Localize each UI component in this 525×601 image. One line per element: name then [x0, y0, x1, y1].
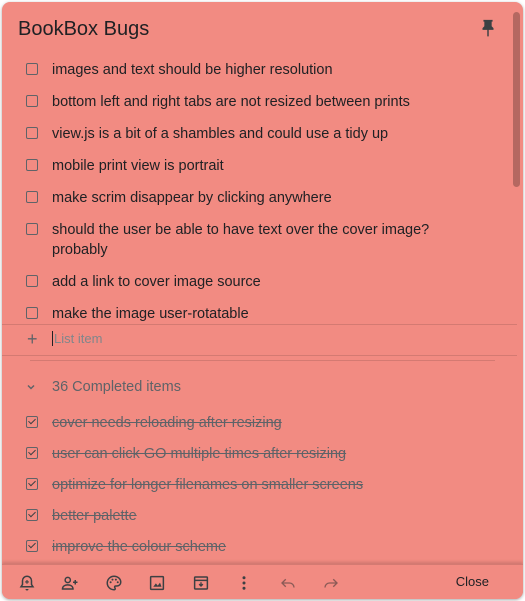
checkbox[interactable] [26, 540, 38, 552]
checkbox[interactable] [26, 127, 38, 139]
list-item-text[interactable]: should the user be able to have text ove… [52, 220, 452, 260]
list-item-text[interactable]: cover needs reloading after resizing [52, 413, 282, 433]
list-item-text[interactable]: user can click GO multiple times after r… [52, 444, 346, 464]
undo-icon[interactable] [279, 574, 297, 592]
list-item[interactable]: view.js is a bit of a shambles and could… [2, 118, 502, 150]
checkbox[interactable] [26, 63, 38, 75]
completed-items-label: 36 Completed items [52, 379, 181, 395]
list-item-text[interactable]: view.js is a bit of a shambles and could… [52, 124, 388, 144]
list-item[interactable]: images and text should be higher resolut… [2, 54, 502, 86]
checkbox[interactable] [26, 478, 38, 490]
note-title[interactable]: BookBox Bugs [18, 18, 149, 41]
list-item-text[interactable]: make scrim disappear by clicking anywher… [52, 188, 332, 208]
list-item-text[interactable]: better palette [52, 506, 137, 526]
collaborator-icon[interactable] [61, 574, 79, 592]
checkbox[interactable] [26, 275, 38, 287]
list-item[interactable]: better palette [2, 500, 502, 531]
checkbox[interactable] [26, 159, 38, 171]
list-item[interactable]: mobile print view is portrait [2, 150, 502, 182]
list-item[interactable]: should the user be able to have text ove… [2, 214, 502, 266]
completed-items-list: cover needs reloading after resizing use… [2, 407, 502, 562]
list-item-input[interactable]: List item [52, 331, 474, 346]
list-item[interactable]: add a link to cover image source [2, 266, 502, 298]
list-item[interactable]: cover needs reloading after resizing [2, 407, 502, 438]
redo-icon[interactable] [322, 574, 340, 592]
list-item-text[interactable]: mobile print view is portrait [52, 156, 224, 176]
add-list-item-row[interactable]: + List item [2, 324, 517, 356]
checkbox[interactable] [26, 191, 38, 203]
list-item-text[interactable]: make the image user-rotatable [52, 304, 249, 324]
list-item-text[interactable]: add a link to cover image source [52, 272, 261, 292]
plus-icon: + [27, 329, 38, 349]
note-toolbar: Close [2, 564, 523, 599]
palette-icon[interactable] [105, 574, 123, 592]
checkbox[interactable] [26, 223, 38, 235]
chevron-down-icon [27, 384, 35, 390]
checkbox[interactable] [26, 509, 38, 521]
list-item-text[interactable]: bottom left and right tabs are not resiz… [52, 92, 410, 112]
list-item[interactable]: improve the colour scheme [2, 531, 502, 562]
divider [30, 360, 495, 361]
image-icon[interactable] [148, 574, 166, 592]
pin-icon[interactable] [477, 18, 499, 40]
list-item-text[interactable]: optimize for longer filenames on smaller… [52, 475, 363, 495]
checkbox[interactable] [26, 95, 38, 107]
list-item[interactable]: optimize for longer filenames on smaller… [2, 469, 502, 500]
list-item[interactable]: make scrim disappear by clicking anywher… [2, 182, 502, 214]
archive-icon[interactable] [192, 574, 210, 592]
list-item[interactable]: user can click GO multiple times after r… [2, 438, 502, 469]
scrollbar-thumb[interactable] [513, 12, 520, 187]
scrollbar[interactable] [513, 2, 521, 564]
close-button[interactable]: Close [456, 574, 489, 589]
list-item-text[interactable]: improve the colour scheme [52, 537, 226, 557]
reminder-icon[interactable] [18, 574, 36, 592]
checkbox[interactable] [26, 307, 38, 319]
more-icon[interactable] [235, 574, 253, 592]
checkbox[interactable] [26, 416, 38, 428]
checkbox[interactable] [26, 447, 38, 459]
list-item-text[interactable]: images and text should be higher resolut… [52, 60, 333, 80]
list-item[interactable]: bottom left and right tabs are not resiz… [2, 86, 502, 118]
completed-items-toggle[interactable]: 36 Completed items [26, 379, 181, 395]
note-card: BookBox Bugs images and text should be h… [2, 2, 523, 599]
unchecked-items-list: images and text should be higher resolut… [2, 54, 502, 330]
